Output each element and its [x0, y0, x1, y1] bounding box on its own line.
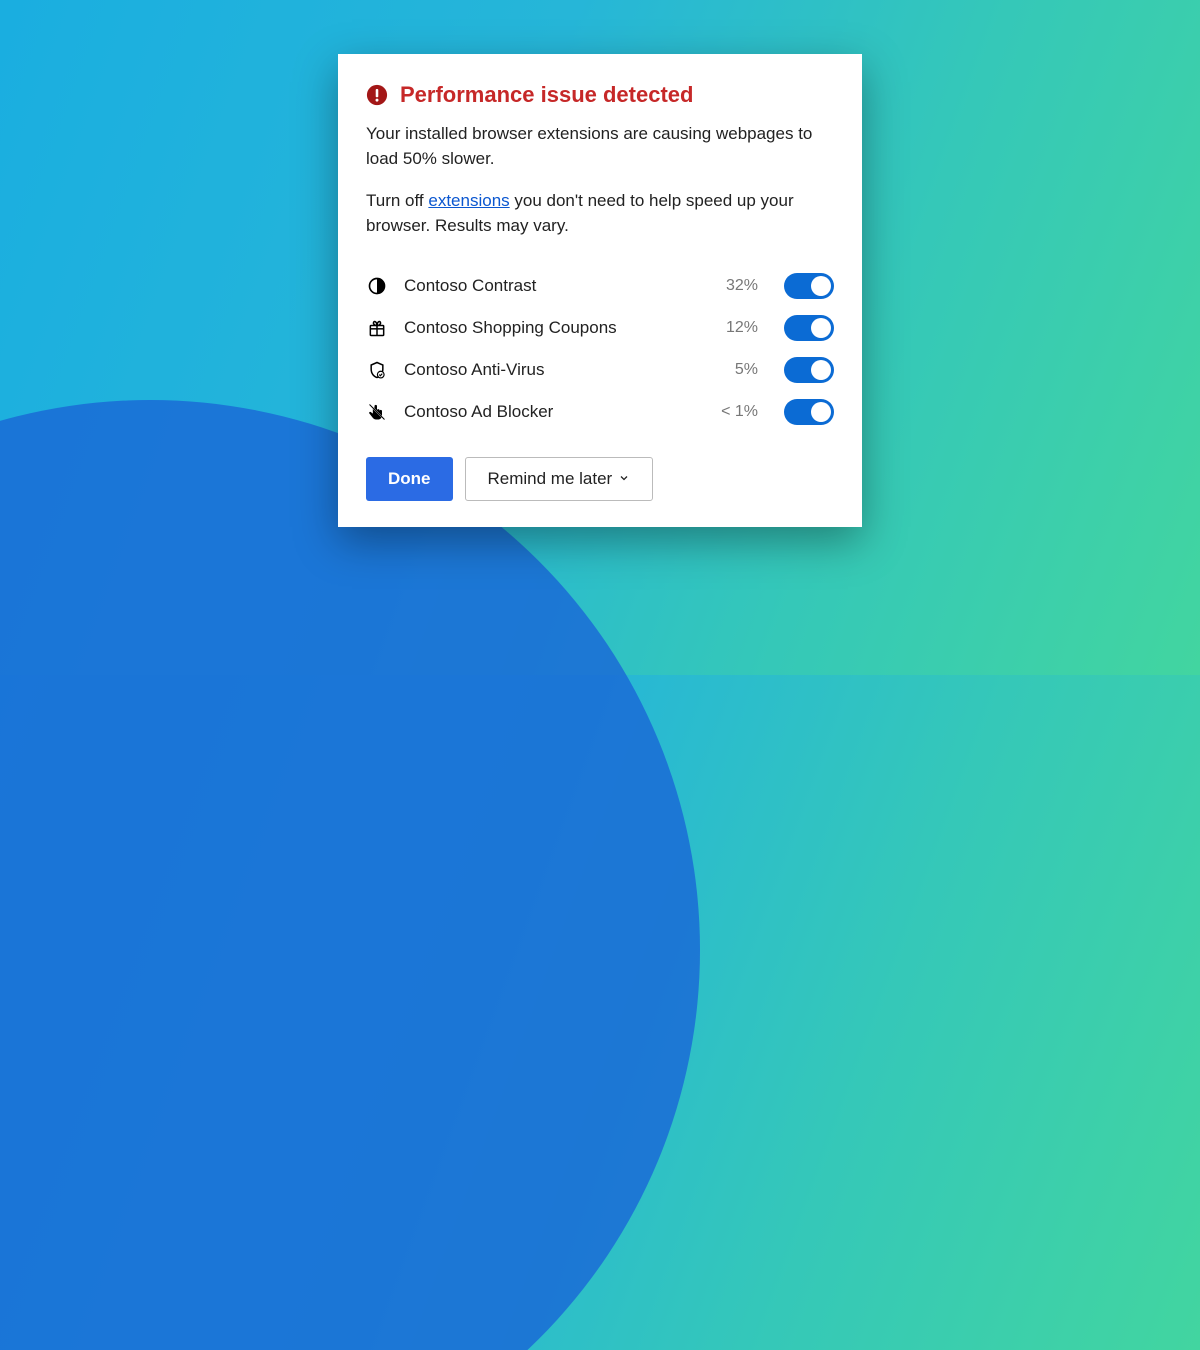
extension-row: Contoso Anti-Virus 5%: [366, 353, 834, 387]
remind-later-button[interactable]: Remind me later: [465, 457, 654, 501]
extension-toggle[interactable]: [784, 315, 834, 341]
dialog-title: Performance issue detected: [400, 82, 693, 108]
extension-row: Contoso Ad Blocker < 1%: [366, 395, 834, 429]
extension-percent: 32%: [712, 277, 758, 295]
hand-off-icon: [366, 401, 388, 423]
extension-percent: < 1%: [712, 403, 758, 421]
dialog-body-2: Turn off extensions you don't need to he…: [366, 189, 834, 238]
extension-name: Contoso Shopping Coupons: [404, 318, 696, 338]
extension-toggle[interactable]: [784, 357, 834, 383]
body2-pre: Turn off: [366, 191, 428, 210]
extension-name: Contoso Anti-Virus: [404, 360, 696, 380]
extension-name: Contoso Contrast: [404, 276, 696, 296]
dialog-body-1: Your installed browser extensions are ca…: [366, 122, 834, 171]
extension-name: Contoso Ad Blocker: [404, 402, 696, 422]
extension-row: Contoso Shopping Coupons 12%: [366, 311, 834, 345]
extension-percent: 12%: [712, 319, 758, 337]
dialog-header: Performance issue detected: [366, 82, 834, 108]
extension-list: Contoso Contrast 32% Contoso Shopping Co…: [366, 269, 834, 429]
done-button[interactable]: Done: [366, 457, 453, 501]
chevron-down-icon: [618, 469, 630, 489]
extension-toggle[interactable]: [784, 273, 834, 299]
button-row: Done Remind me later: [366, 457, 834, 501]
extensions-link[interactable]: extensions: [428, 191, 509, 210]
background-circle: [0, 400, 700, 1350]
remind-label: Remind me later: [488, 469, 613, 489]
performance-dialog: Performance issue detected Your installe…: [338, 54, 862, 527]
extension-toggle[interactable]: [784, 399, 834, 425]
alert-icon: [366, 84, 388, 106]
gift-icon: [366, 317, 388, 339]
extension-row: Contoso Contrast 32%: [366, 269, 834, 303]
extension-percent: 5%: [712, 361, 758, 379]
shield-icon: [366, 359, 388, 381]
contrast-icon: [366, 275, 388, 297]
